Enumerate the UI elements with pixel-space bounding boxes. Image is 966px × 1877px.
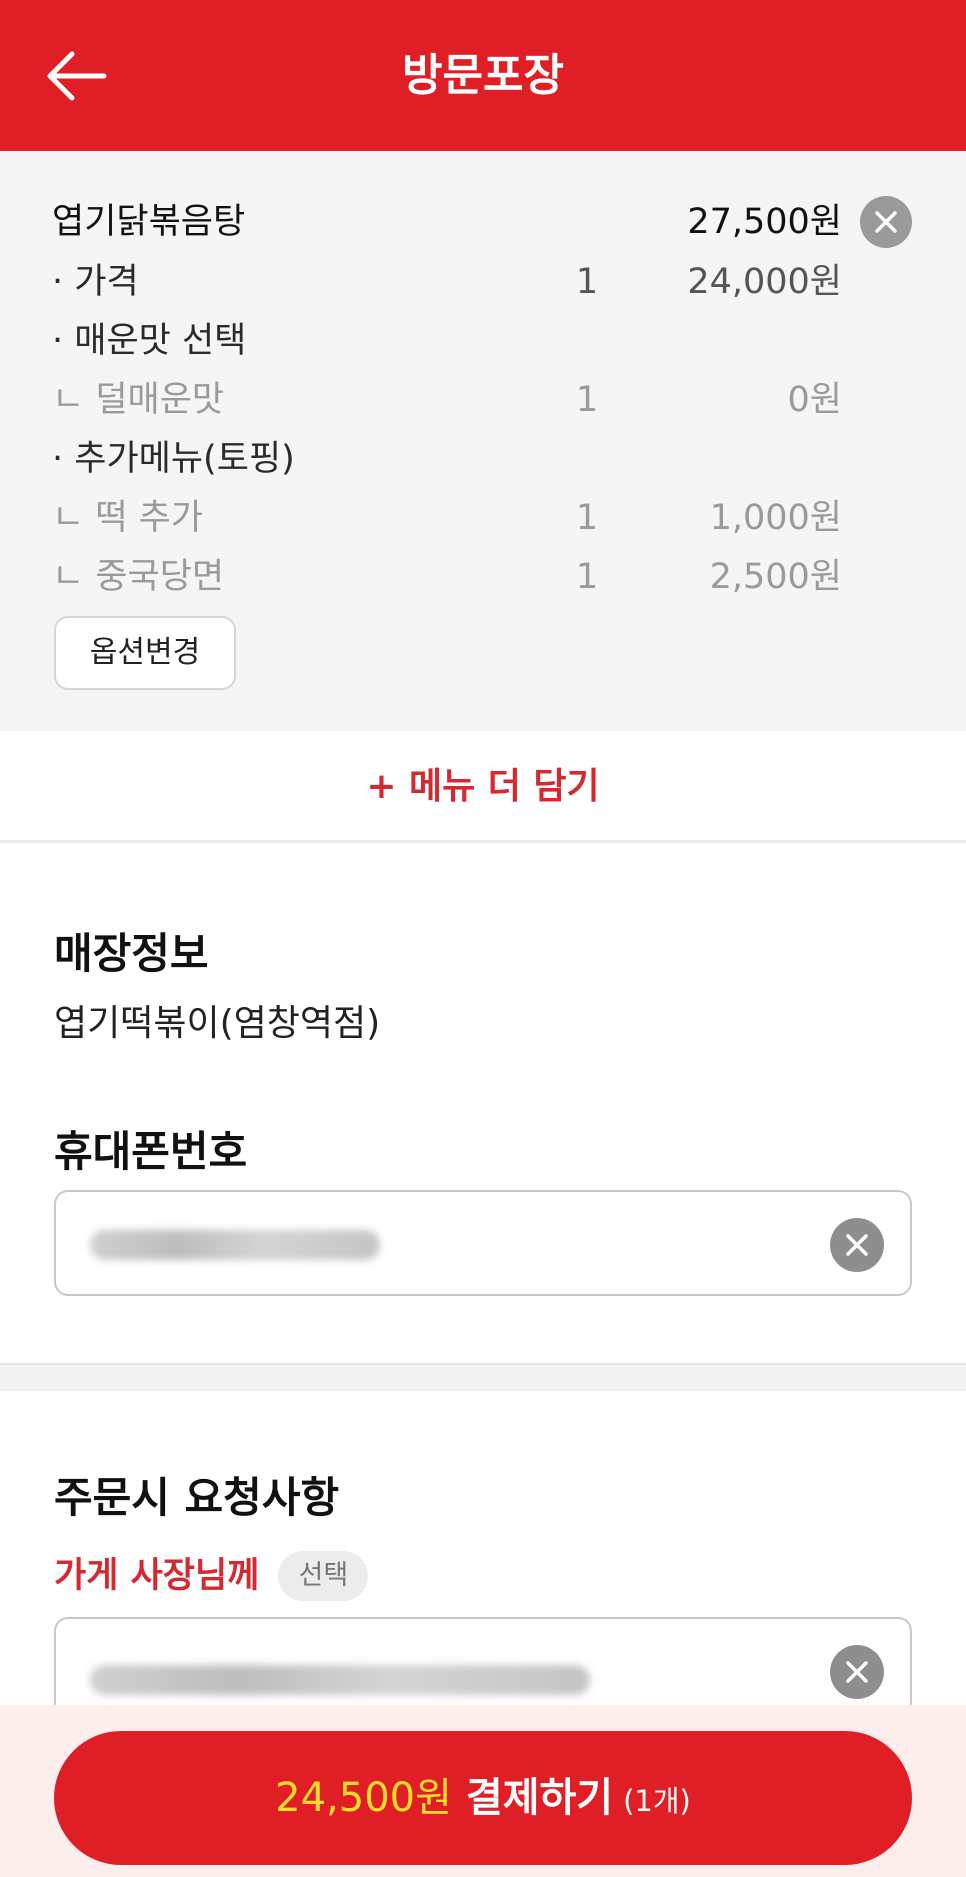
option-sub-qty: 1	[575, 557, 599, 597]
option-sub-line: ㄴ 덜매운맛 1 0원	[52, 372, 912, 428]
option-sub-qty: 1	[575, 498, 599, 538]
option-group-name: · 추가메뉴(토핑)	[52, 439, 295, 479]
option-sub-name: ㄴ 떡 추가	[52, 498, 204, 538]
clear-request-button[interactable]	[830, 1645, 884, 1699]
phone-input[interactable]	[54, 1190, 912, 1296]
cart-item-name: 엽기닭볶음탕	[52, 202, 246, 242]
bottom-payment-bar: 24,500원 결제하기 (1개)	[0, 1705, 966, 1877]
redacted-request-text	[90, 1665, 590, 1695]
store-name: 엽기떡볶이(염창역점)	[54, 1003, 381, 1044]
page-title: 방문포장	[402, 50, 564, 101]
option-line: · 가격 1 24,000원	[52, 254, 912, 310]
option-sub-price: 2,500원	[709, 557, 842, 597]
redacted-phone-text	[90, 1230, 380, 1260]
option-line-price: 24,000원	[687, 262, 842, 302]
remove-item-button[interactable]	[860, 196, 912, 248]
option-group-line: · 매운맛 선택	[52, 313, 912, 369]
cart-item-total: 27,500원	[687, 202, 842, 242]
phone-title: 휴대폰번호	[54, 1127, 248, 1176]
pay-item-count: (1개)	[623, 1784, 691, 1818]
change-options-button[interactable]: 옵션변경	[54, 616, 236, 690]
option-sub-qty: 1	[575, 380, 599, 420]
option-line-qty: 1	[575, 262, 599, 302]
close-icon	[846, 1234, 868, 1256]
option-line-name: · 가격	[52, 262, 139, 302]
option-sub-name: ㄴ 중국당면	[52, 557, 225, 597]
close-icon	[875, 211, 897, 233]
option-group-name: · 매운맛 선택	[52, 321, 247, 361]
request-to-owner-row: 가게 사장님께 선택	[54, 1550, 369, 1602]
section-divider	[0, 1363, 966, 1391]
cart-item-header: 엽기닭볶음탕 27,500원	[52, 194, 912, 250]
option-group-line: · 추가메뉴(토핑)	[52, 431, 912, 487]
to-owner-label: 가게 사장님께	[54, 1556, 260, 1596]
close-icon	[846, 1661, 868, 1683]
request-title: 주문시 요청사항	[54, 1473, 340, 1522]
pay-amount: 24,500원	[275, 1775, 452, 1821]
option-sub-name: ㄴ 덜매운맛	[52, 380, 225, 420]
clear-phone-button[interactable]	[830, 1218, 884, 1272]
pay-button[interactable]: 24,500원 결제하기 (1개)	[54, 1731, 912, 1865]
app-header: 방문포장	[0, 0, 966, 151]
pay-label: 결제하기	[465, 1775, 614, 1821]
option-sub-line: ㄴ 떡 추가 1 1,000원	[52, 490, 912, 546]
option-sub-line: ㄴ 중국당면 1 2,500원	[52, 549, 912, 605]
option-sub-price: 0원	[787, 380, 842, 420]
add-more-menu-button[interactable]: + 메뉴 더 담기	[0, 731, 966, 843]
store-info-title: 매장정보	[54, 929, 209, 978]
option-sub-price: 1,000원	[709, 498, 842, 538]
optional-chip: 선택	[278, 1551, 369, 1601]
